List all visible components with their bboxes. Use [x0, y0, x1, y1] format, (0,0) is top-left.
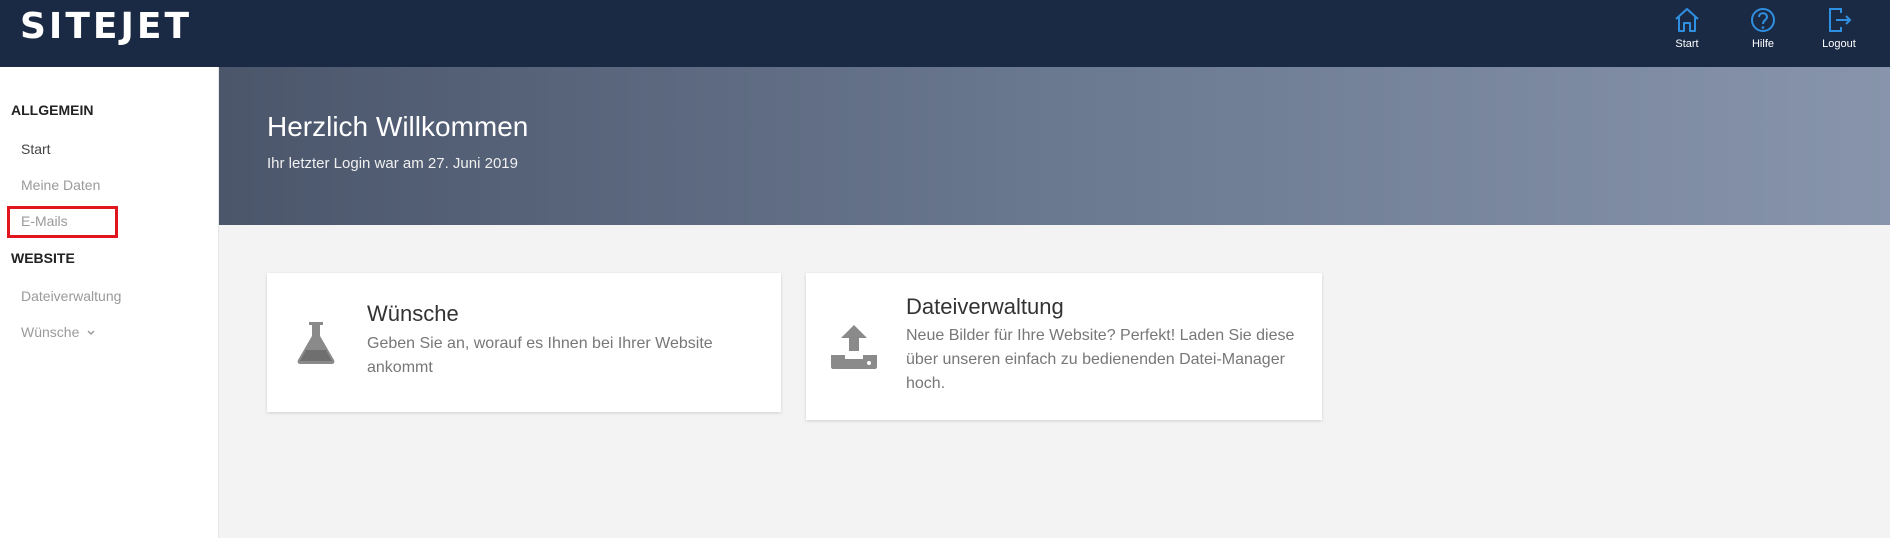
top-header: SITEJET Start Hilfe Logout	[0, 0, 1890, 67]
nav-start-button[interactable]: Start	[1657, 0, 1717, 67]
welcome-banner: Herzlich Willkommen Ihr letzter Login wa…	[219, 67, 1890, 225]
sidebar-section-website: WEBSITE	[11, 250, 75, 266]
sidebar-item-wuensche-label: Wünsche	[21, 324, 80, 340]
sidebar: ALLGEMEIN Start Meine Daten E-Mails WEBS…	[0, 67, 219, 538]
sidebar-item-dateiverwaltung[interactable]: Dateiverwaltung	[21, 288, 121, 304]
help-icon	[1751, 8, 1775, 32]
sidebar-item-start[interactable]: Start	[21, 141, 51, 157]
sidebar-section-allgemein: ALLGEMEIN	[11, 102, 94, 118]
card-dateiverwaltung-text: Neue Bilder für Ihre Website? Perfekt! L…	[906, 327, 1295, 392]
last-login-text: Ihr letzter Login war am 27. Juni 2019	[267, 155, 518, 172]
card-wuensche[interactable]: Wünsche Geben Sie an, worauf es Ihnen be…	[267, 273, 781, 412]
sidebar-item-wuensche[interactable]: Wünsche	[21, 324, 95, 340]
nav-logout-button[interactable]: Logout	[1809, 0, 1869, 67]
sidebar-item-meine-daten[interactable]: Meine Daten	[21, 177, 100, 193]
nav-logout-label: Logout	[1822, 38, 1856, 50]
card-dateiverwaltung-title: Dateiverwaltung	[906, 294, 1064, 319]
card-wuensche-title: Wünsche	[367, 301, 459, 326]
chevron-down-icon	[87, 330, 95, 336]
flask-icon	[297, 322, 335, 364]
nav-help-label: Hilfe	[1751, 38, 1774, 50]
card-dateiverwaltung[interactable]: Dateiverwaltung Neue Bilder für Ihre Web…	[806, 273, 1322, 420]
upload-icon	[831, 325, 877, 369]
logout-icon	[1829, 8, 1852, 32]
nav-start-label: Start	[1675, 38, 1699, 50]
sitejet-logo[interactable]: SITEJET	[20, 6, 192, 47]
highlight-box	[7, 206, 118, 238]
page-title: Herzlich Willkommen	[267, 111, 529, 142]
home-icon	[1675, 8, 1699, 32]
nav-help-button[interactable]: Hilfe	[1733, 0, 1793, 67]
card-wuensche-text: Geben Sie an, worauf es Ihnen bei Ihrer …	[367, 335, 713, 376]
